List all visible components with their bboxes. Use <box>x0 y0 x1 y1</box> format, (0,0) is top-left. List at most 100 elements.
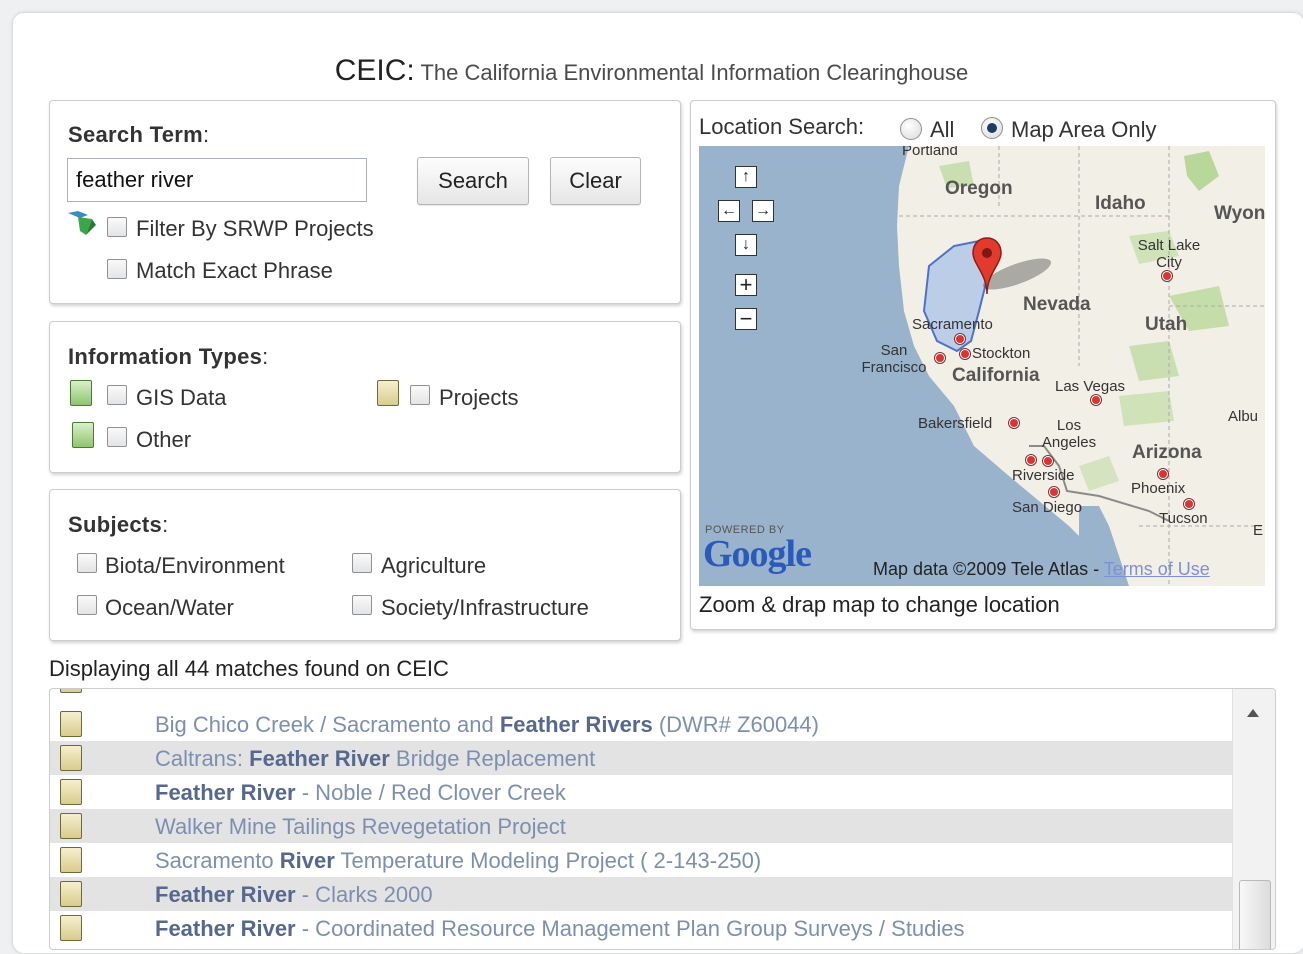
map-dot-sacramento <box>955 334 965 344</box>
pan-up-button[interactable]: ↑ <box>735 166 757 188</box>
other-icon <box>72 422 94 448</box>
gis-data-label: GIS Data <box>136 385 227 410</box>
search-input[interactable] <box>67 158 367 202</box>
map-dot-tucson <box>1184 499 1194 509</box>
project-icon <box>60 847 82 873</box>
location-map-area-radio[interactable] <box>981 117 1003 139</box>
map-label-los-angeles: Los Angeles <box>1041 417 1097 451</box>
location-map-area-label: Map Area Only <box>1011 117 1157 142</box>
project-icon <box>60 779 82 805</box>
search-heading: Search Term: <box>68 122 210 147</box>
biota-label: Biota/Environment <box>105 553 285 578</box>
agriculture-checkbox[interactable] <box>352 553 372 573</box>
result-link[interactable]: Feather River - Noble / Red Clover Creek <box>155 780 566 806</box>
pan-left-button[interactable]: ← <box>718 200 740 222</box>
map-label-portland: Portland <box>902 146 958 159</box>
map-label-las-vegas: Las Vegas <box>1055 378 1126 395</box>
map-label-nevada: Nevada <box>1023 294 1091 315</box>
gis-data-checkbox[interactable] <box>107 385 127 405</box>
other-checkbox[interactable] <box>107 427 127 447</box>
result-match-highlight: Feather Rivers <box>499 712 653 737</box>
project-icon <box>60 881 82 907</box>
result-text-pre: Sacramento <box>155 848 280 873</box>
result-text-pre: Walker Mine Tailings Revegetation Projec… <box>155 814 566 839</box>
terms-of-use-link[interactable]: Terms of Use <box>1104 559 1210 579</box>
map-view[interactable]: ↑ ← → ↓ + − Portland Oregon Idaho Wyon S… <box>699 146 1265 586</box>
result-row[interactable]: Feather River - Coordinated Resource Man… <box>50 911 1232 945</box>
result-link[interactable]: Sacramento River Temperature Modeling Pr… <box>155 848 761 874</box>
project-icon <box>60 689 82 693</box>
result-text-post: - Noble / Red Clover Creek <box>295 780 566 805</box>
map-label-san-diego: San Diego <box>1012 499 1083 516</box>
map-dot-stockton <box>960 349 970 359</box>
society-label: Society/Infrastructure <box>381 595 589 620</box>
map-label-idaho: Idaho <box>1095 193 1146 214</box>
map-label-phoenix: Phoenix <box>1131 480 1186 497</box>
ocean-water-checkbox[interactable] <box>77 595 97 615</box>
agriculture-label: Agriculture <box>381 553 487 578</box>
match-exact-label: Match Exact Phrase <box>136 258 333 283</box>
result-link[interactable]: Big Chico Creek / Sacramento and Feather… <box>155 712 819 738</box>
match-exact-checkbox[interactable] <box>107 259 127 279</box>
map-dot-san-diego <box>1049 487 1059 497</box>
scroll-up-arrow-icon[interactable] <box>1247 709 1259 717</box>
map-label-tucson: Tucson <box>1159 510 1208 527</box>
result-row[interactable]: Feather River - Clarks 2000 <box>50 877 1232 911</box>
result-link[interactable]: Feather River - Clarks 2000 <box>155 882 433 908</box>
project-icon <box>60 915 82 941</box>
result-row[interactable]: Walker Mine Tailings Revegetation Projec… <box>50 809 1232 843</box>
result-row[interactable]: Caltrans: Feather River Bridge Replaceme… <box>50 741 1232 775</box>
projects-checkbox[interactable] <box>410 385 430 405</box>
scrollbar-thumb[interactable] <box>1239 880 1271 949</box>
map-label-salt-lake-city: Salt Lake City <box>1137 237 1201 271</box>
map-label-bakersfield: Bakersfield <box>918 415 993 432</box>
result-match-highlight: Feather River <box>155 916 296 941</box>
projects-label: Projects <box>439 385 519 410</box>
result-row[interactable]: Big Chico Creek / Sacramento and Feather… <box>50 707 1232 741</box>
page-title: CEIC: The California Environmental Infor… <box>0 54 1303 88</box>
brand-name: CEIC: <box>334 54 415 87</box>
result-row[interactable]: Sacramento River Temperature Modeling Pr… <box>50 843 1232 877</box>
society-checkbox[interactable] <box>352 595 372 615</box>
map-dot-los-angeles <box>1026 455 1036 465</box>
map-label-e: E <box>1253 522 1264 539</box>
pan-right-button[interactable]: → <box>752 200 774 222</box>
pan-down-button[interactable]: ↓ <box>735 234 757 256</box>
subjects-heading: Subjects: <box>68 512 169 537</box>
filter-srwp-label: Filter By SRWP Projects <box>136 216 374 241</box>
result-link[interactable]: Feather River - Coordinated Resource Man… <box>155 916 965 942</box>
map-dot-salt-lake <box>1162 271 1172 281</box>
biota-checkbox[interactable] <box>77 553 97 573</box>
results-summary: Displaying all 44 matches found on CEIC <box>49 656 449 681</box>
map-hint: Zoom & drap map to change location <box>699 592 1060 617</box>
result-match-highlight: Feather River <box>155 780 296 805</box>
result-row[interactable]: Feather River - Noble / Red Clover Creek <box>50 775 1232 809</box>
zoom-out-button[interactable]: − <box>735 308 757 330</box>
map-label-utah: Utah <box>1145 314 1188 335</box>
results-list[interactable]: Big Chico Creek / Sacramento and Feather… <box>49 688 1276 950</box>
map-label-california: California <box>952 365 1040 386</box>
clear-button[interactable]: Clear <box>550 157 641 205</box>
search-button[interactable]: Search <box>417 157 529 205</box>
projects-icon <box>377 380 399 406</box>
ocean-water-label: Ocean/Water <box>105 595 234 620</box>
result-link[interactable]: Caltrans: Feather River Bridge Replaceme… <box>155 746 595 772</box>
project-icon <box>60 813 82 839</box>
result-text-post: (DWR# Z60044) <box>652 712 819 737</box>
location-all-radio[interactable] <box>900 118 922 140</box>
result-link[interactable]: Walker Mine Tailings Revegetation Projec… <box>155 814 566 840</box>
map-label-oregon: Oregon <box>945 178 1013 199</box>
map-label-arizona: Arizona <box>1132 442 1202 463</box>
info-types-heading: Information Types: <box>68 344 269 369</box>
other-label: Other <box>136 427 192 452</box>
project-icon <box>60 745 82 771</box>
map-label-albu: Albu <box>1228 408 1259 425</box>
results-scrollbar[interactable] <box>1232 689 1275 949</box>
map-dot-las-vegas <box>1091 395 1101 405</box>
zoom-in-button[interactable]: + <box>735 274 757 296</box>
result-text-pre: Caltrans: <box>155 746 250 771</box>
filter-srwp-checkbox[interactable] <box>107 217 127 237</box>
map-label-sacramento: Sacramento <box>912 316 993 333</box>
map-label-stockton: Stockton <box>972 345 1031 362</box>
result-text-post: - Clarks 2000 <box>295 882 433 907</box>
